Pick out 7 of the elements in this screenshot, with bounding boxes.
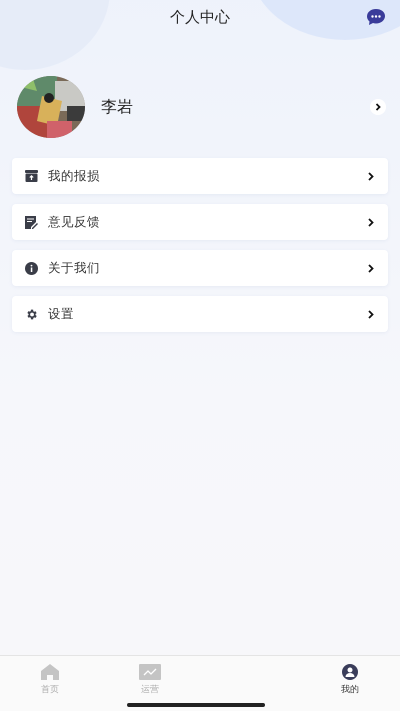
menu-item[interactable]: 设置 — [12, 296, 388, 332]
tab[interactable]: 我的 — [300, 656, 400, 711]
menu-item[interactable]: 意见反馈 — [12, 204, 388, 240]
user-name: 李岩 — [101, 96, 133, 118]
page-title: 个人中心 — [170, 6, 230, 28]
menu-item[interactable]: 我的报损 — [12, 158, 388, 194]
menu-item[interactable]: 关于我们 — [12, 250, 388, 286]
